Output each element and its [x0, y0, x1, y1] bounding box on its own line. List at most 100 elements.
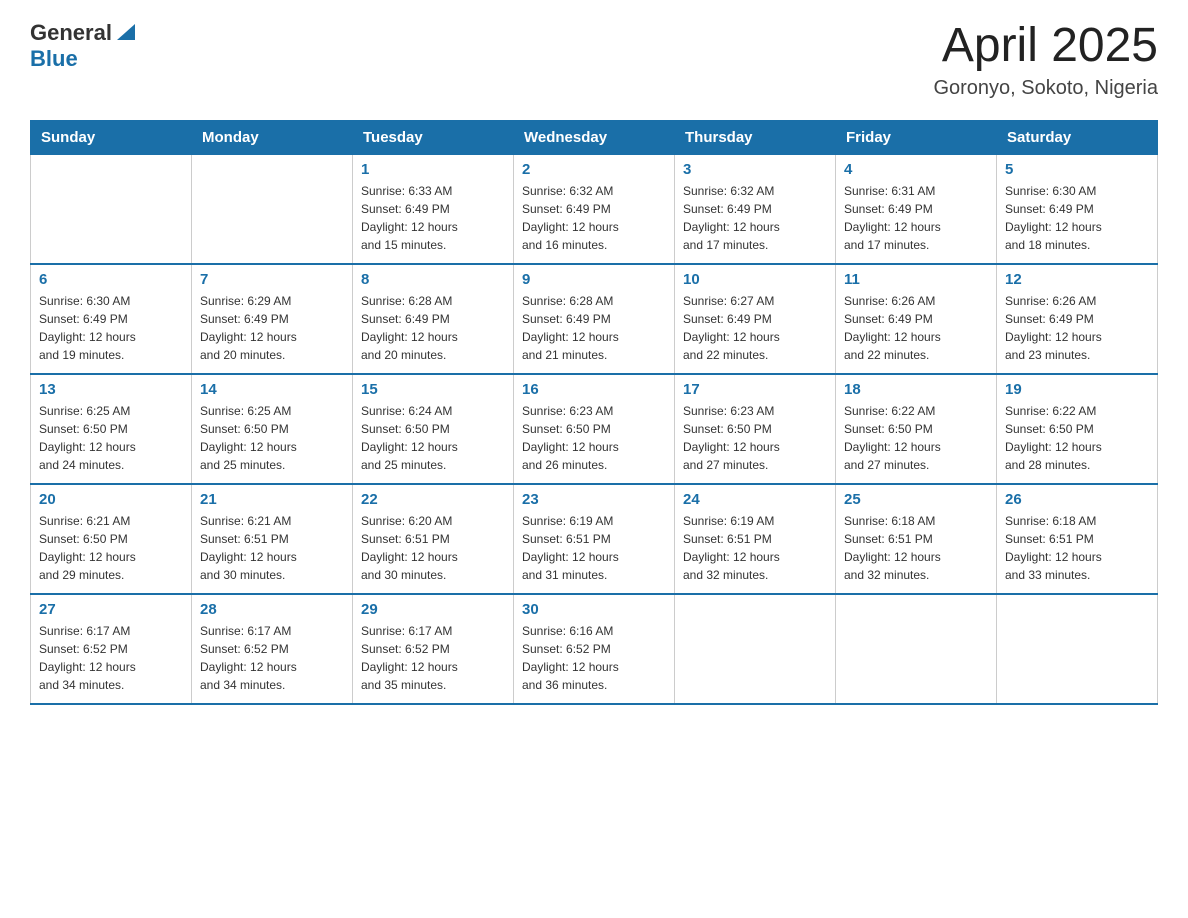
table-row: [31, 154, 192, 264]
col-sunday: Sunday: [31, 120, 192, 154]
table-row: 22 Sunrise: 6:20 AMSunset: 6:51 PMDayligh…: [353, 484, 514, 594]
day-number: 26: [1005, 491, 1149, 508]
calendar-week-row: 20 Sunrise: 6:21 AMSunset: 6:50 PMDayligh…: [31, 484, 1158, 594]
day-info: Sunrise: 6:32 AMSunset: 6:49 PMDaylight:…: [522, 182, 666, 254]
col-tuesday: Tuesday: [353, 120, 514, 154]
day-number: 17: [683, 381, 827, 398]
day-number: 25: [844, 491, 988, 508]
table-row: 7Sunrise: 6:29 AMSunset: 6:49 PMDaylight…: [192, 264, 353, 374]
day-number: 27: [39, 601, 183, 618]
logo-triangle-icon: [115, 20, 137, 42]
day-number: 5: [1005, 161, 1149, 178]
day-info: Sunrise: 6:21 AMSunset: 6:50 PMDaylight:…: [39, 512, 183, 584]
table-row: 9 Sunrise: 6:28 AMSunset: 6:49 PMDaylight…: [514, 264, 675, 374]
day-info: Sunrise: 6:31 AMSunset: 6:49 PMDaylight:…: [844, 182, 988, 254]
day-info: Sunrise: 6:22 AMSunset: 6:50 PMDaylight:…: [1005, 402, 1149, 474]
calendar-header-row: Sunday Monday Tuesday Wednesday Thursday…: [31, 120, 1158, 154]
day-info: Sunrise: 6:20 AMSunset: 6:51 PMDaylight:…: [361, 512, 505, 584]
day-info: Sunrise: 6:30 AMSunset: 6:49 PMDaylight:…: [1005, 182, 1149, 254]
day-number: 10: [683, 271, 827, 288]
table-row: 5 Sunrise: 6:30 AMSunset: 6:49 PMDaylight…: [997, 154, 1158, 264]
day-number: 16: [522, 381, 666, 398]
day-info: Sunrise: 6:24 AMSunset: 6:50 PMDaylight:…: [361, 402, 505, 474]
day-info: Sunrise: 6:33 AMSunset: 6:49 PMDaylight:…: [361, 182, 505, 254]
logo: General Blue: [30, 20, 137, 71]
table-row: 29 Sunrise: 6:17 AMSunset: 6:52 PMDayligh…: [353, 594, 514, 704]
table-row: 24 Sunrise: 6:19 AMSunset: 6:51 PMDayligh…: [675, 484, 836, 594]
day-info: Sunrise: 6:19 AMSunset: 6:51 PMDaylight:…: [522, 512, 666, 584]
day-number: 15: [361, 381, 505, 398]
day-info: Sunrise: 6:18 AMSunset: 6:51 PMDaylight:…: [1005, 512, 1149, 584]
day-number: 2: [522, 161, 666, 178]
table-row: 26 Sunrise: 6:18 AMSunset: 6:51 PMDayligh…: [997, 484, 1158, 594]
day-number: 3: [683, 161, 827, 178]
day-number: 6: [39, 271, 183, 288]
table-row: 25 Sunrise: 6:18 AMSunset: 6:51 PMDayligh…: [836, 484, 997, 594]
day-info: Sunrise: 6:17 AMSunset: 6:52 PMDaylight:…: [361, 622, 505, 694]
table-row: 16 Sunrise: 6:23 AMSunset: 6:50 PMDayligh…: [514, 374, 675, 484]
col-monday: Monday: [192, 120, 353, 154]
table-row: 2 Sunrise: 6:32 AMSunset: 6:49 PMDaylight…: [514, 154, 675, 264]
calendar-week-row: 6Sunrise: 6:30 AMSunset: 6:49 PMDaylight…: [31, 264, 1158, 374]
page-header: General Blue April 2025 Goronyo, Sokoto,…: [30, 20, 1158, 100]
day-info: Sunrise: 6:17 AMSunset: 6:52 PMDaylight:…: [200, 622, 344, 694]
day-number: 20: [39, 491, 183, 508]
day-number: 18: [844, 381, 988, 398]
table-row: 20 Sunrise: 6:21 AMSunset: 6:50 PMDayligh…: [31, 484, 192, 594]
table-row: 27 Sunrise: 6:17 AMSunset: 6:52 PMDayligh…: [31, 594, 192, 704]
col-friday: Friday: [836, 120, 997, 154]
table-row: 8 Sunrise: 6:28 AMSunset: 6:49 PMDaylight…: [353, 264, 514, 374]
calendar-week-row: 1 Sunrise: 6:33 AMSunset: 6:49 PMDaylight…: [31, 154, 1158, 264]
day-number: 1: [361, 161, 505, 178]
day-number: 8: [361, 271, 505, 288]
table-row: [192, 154, 353, 264]
table-row: [836, 594, 997, 704]
table-row: 6Sunrise: 6:30 AMSunset: 6:49 PMDaylight…: [31, 264, 192, 374]
day-info: Sunrise: 6:26 AMSunset: 6:49 PMDaylight:…: [844, 292, 988, 364]
day-info: Sunrise: 6:21 AMSunset: 6:51 PMDaylight:…: [200, 512, 344, 584]
day-info: Sunrise: 6:28 AMSunset: 6:49 PMDaylight:…: [361, 292, 505, 364]
table-row: 28 Sunrise: 6:17 AMSunset: 6:52 PMDayligh…: [192, 594, 353, 704]
day-number: 13: [39, 381, 183, 398]
day-number: 9: [522, 271, 666, 288]
table-row: 23 Sunrise: 6:19 AMSunset: 6:51 PMDayligh…: [514, 484, 675, 594]
day-info: Sunrise: 6:23 AMSunset: 6:50 PMDaylight:…: [683, 402, 827, 474]
day-number: 23: [522, 491, 666, 508]
calendar-table: Sunday Monday Tuesday Wednesday Thursday…: [30, 120, 1158, 706]
day-number: 12: [1005, 271, 1149, 288]
table-row: 18 Sunrise: 6:22 AMSunset: 6:50 PMDayligh…: [836, 374, 997, 484]
table-row: 12Sunrise: 6:26 AMSunset: 6:49 PMDayligh…: [997, 264, 1158, 374]
calendar-week-row: 13Sunrise: 6:25 AMSunset: 6:50 PMDayligh…: [31, 374, 1158, 484]
day-number: 24: [683, 491, 827, 508]
calendar-week-row: 27 Sunrise: 6:17 AMSunset: 6:52 PMDayligh…: [31, 594, 1158, 704]
day-info: Sunrise: 6:19 AMSunset: 6:51 PMDaylight:…: [683, 512, 827, 584]
day-info: Sunrise: 6:22 AMSunset: 6:50 PMDaylight:…: [844, 402, 988, 474]
logo-blue-text: Blue: [30, 47, 137, 71]
day-number: 7: [200, 271, 344, 288]
table-row: 21 Sunrise: 6:21 AMSunset: 6:51 PMDayligh…: [192, 484, 353, 594]
day-number: 22: [361, 491, 505, 508]
day-info: Sunrise: 6:18 AMSunset: 6:51 PMDaylight:…: [844, 512, 988, 584]
col-wednesday: Wednesday: [514, 120, 675, 154]
table-row: 11 Sunrise: 6:26 AMSunset: 6:49 PMDayligh…: [836, 264, 997, 374]
table-row: 13Sunrise: 6:25 AMSunset: 6:50 PMDayligh…: [31, 374, 192, 484]
table-row: 1 Sunrise: 6:33 AMSunset: 6:49 PMDaylight…: [353, 154, 514, 264]
day-info: Sunrise: 6:28 AMSunset: 6:49 PMDaylight:…: [522, 292, 666, 364]
table-row: 14Sunrise: 6:25 AMSunset: 6:50 PMDayligh…: [192, 374, 353, 484]
day-number: 30: [522, 601, 666, 618]
day-number: 4: [844, 161, 988, 178]
day-number: 29: [361, 601, 505, 618]
logo-general-text: General: [30, 21, 112, 45]
day-info: Sunrise: 6:23 AMSunset: 6:50 PMDaylight:…: [522, 402, 666, 474]
day-info: Sunrise: 6:32 AMSunset: 6:49 PMDaylight:…: [683, 182, 827, 254]
day-number: 28: [200, 601, 344, 618]
day-number: 19: [1005, 381, 1149, 398]
day-info: Sunrise: 6:17 AMSunset: 6:52 PMDaylight:…: [39, 622, 183, 694]
table-row: 10Sunrise: 6:27 AMSunset: 6:49 PMDayligh…: [675, 264, 836, 374]
col-thursday: Thursday: [675, 120, 836, 154]
title-block: April 2025 Goronyo, Sokoto, Nigeria: [933, 20, 1158, 100]
day-number: 21: [200, 491, 344, 508]
table-row: 30Sunrise: 6:16 AMSunset: 6:52 PMDayligh…: [514, 594, 675, 704]
page-subtitle: Goronyo, Sokoto, Nigeria: [933, 77, 1158, 100]
day-number: 11: [844, 271, 988, 288]
